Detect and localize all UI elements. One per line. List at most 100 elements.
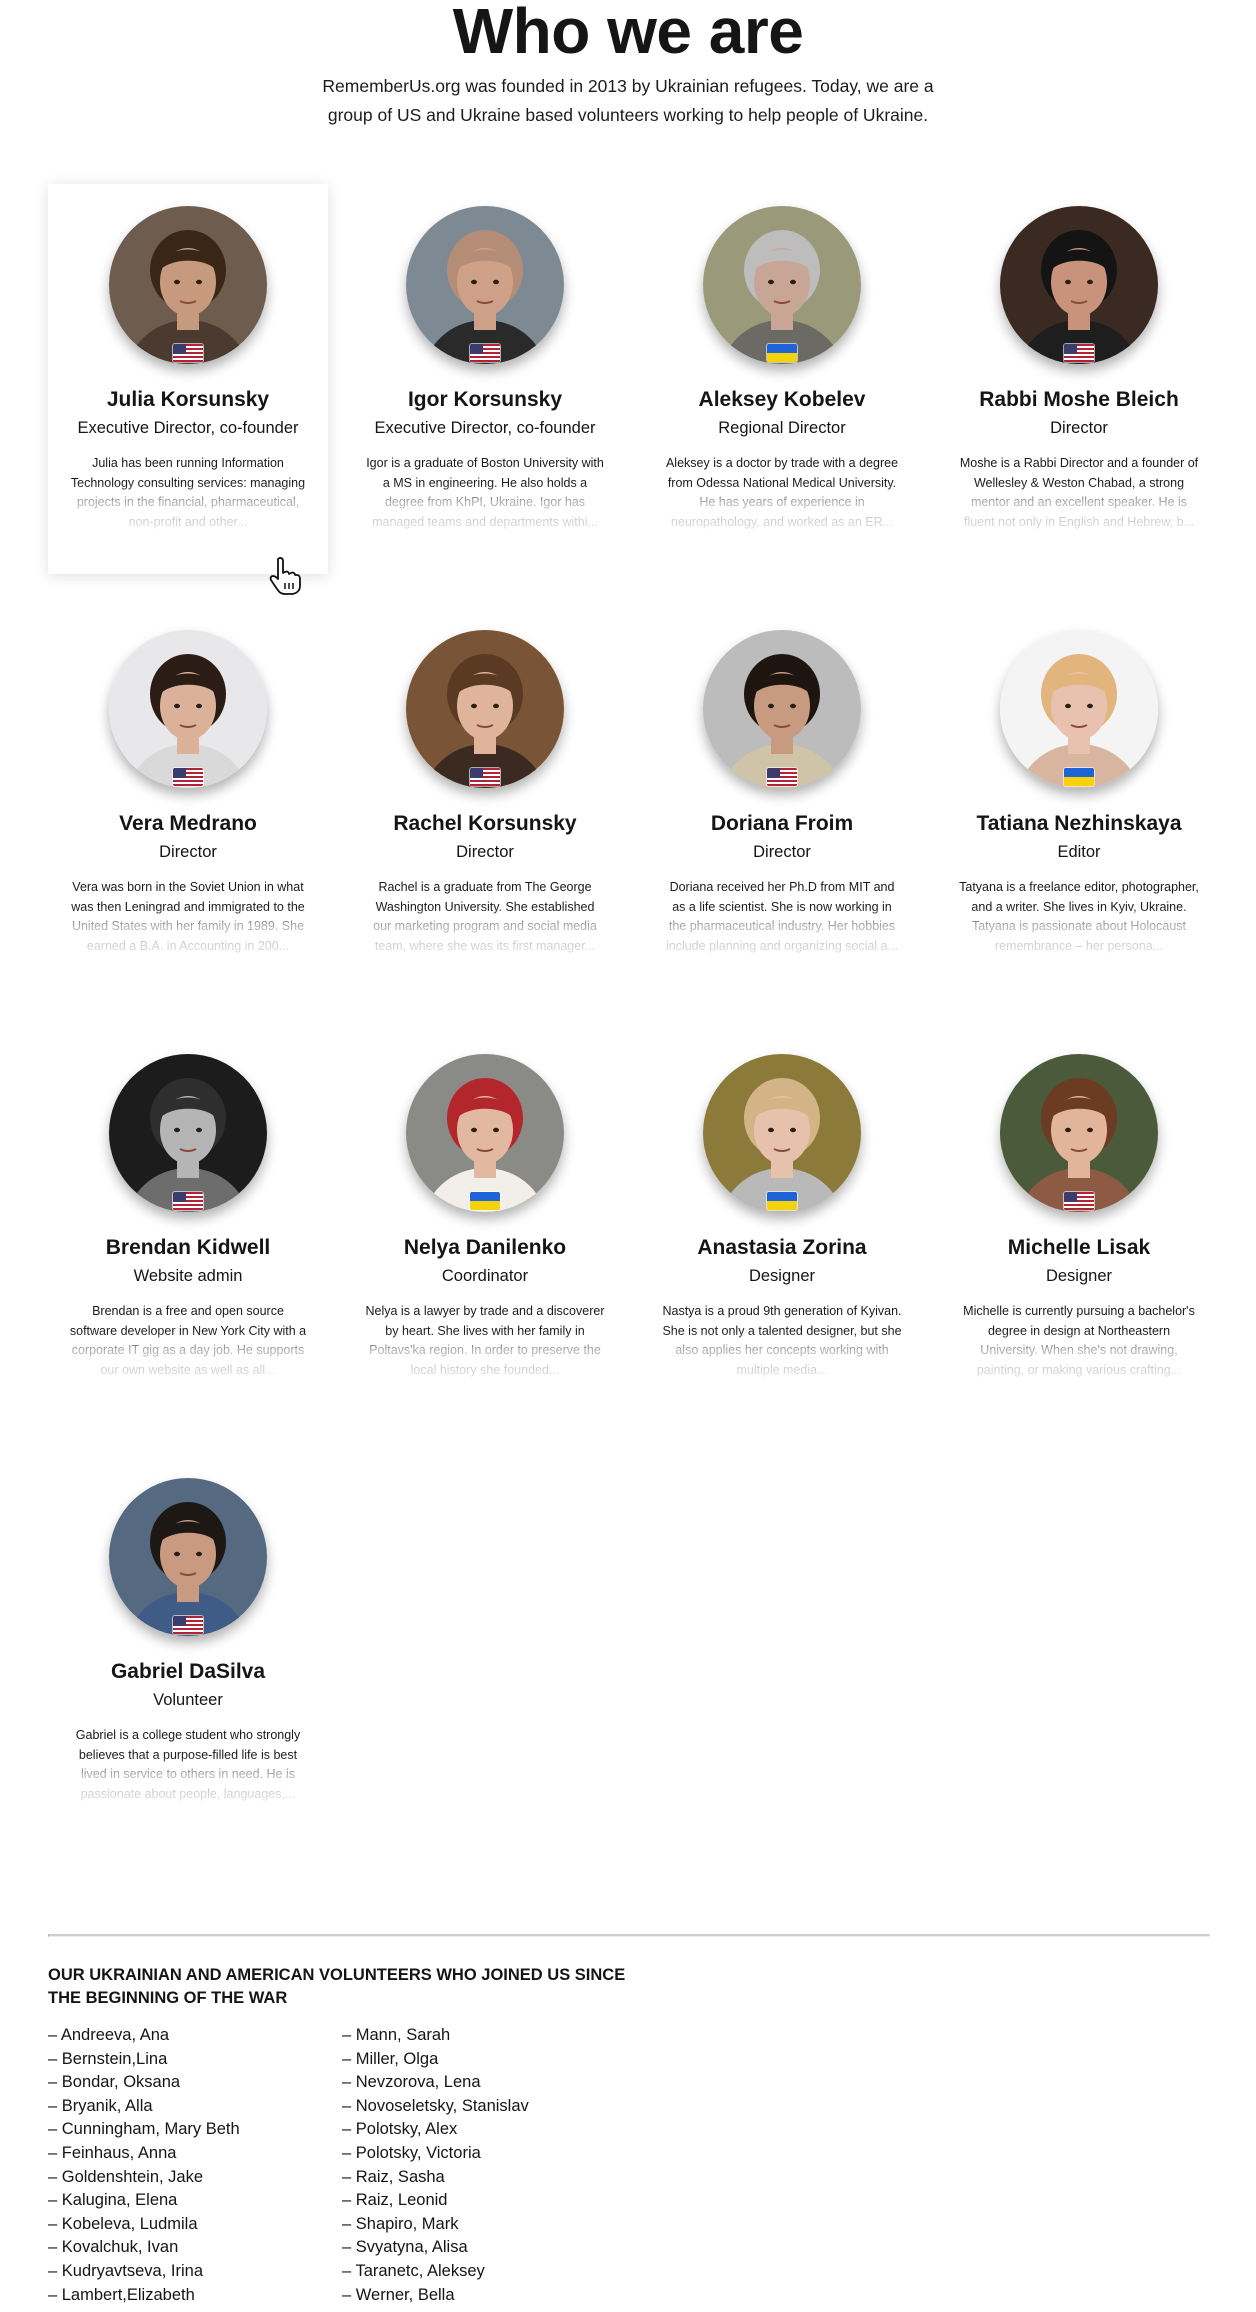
avatar-circle [406,630,564,788]
ua-flag-icon [767,1192,797,1210]
us-flag-icon [173,1616,203,1634]
avatar [109,630,267,788]
avatar [109,1478,267,1636]
volunteer-name: – Lambert,Elizabeth [48,2285,195,2304]
us-flag-icon [1064,1192,1094,1210]
member-role: Volunteer [153,1691,223,1709]
volunteer-name: – Kobeleva, Ludmila [48,2214,198,2233]
volunteer-name: – Cunningham, Mary Beth [48,2120,240,2139]
team-card-anastasia-zorina[interactable]: Anastasia Zorina Designer Nastya is a prou… [642,1032,922,1422]
member-name: Tatiana Nezhinskaya [976,812,1182,835]
ua-flag-icon [1064,768,1094,786]
member-bio: Nelya is a lawyer by trade and a discove… [365,1304,605,1377]
member-bio: Vera was born in the Soviet Union in wha… [71,880,305,953]
volunteer-name: – Nevzorova, Lena [342,2073,481,2092]
member-role: Executive Director, co-founder [77,419,299,437]
team-grid: Julia Korsunsky Executive Director, co-fo… [48,184,1208,1844]
volunteer-name: – Kovalchuk, Ivan [48,2238,179,2257]
volunteer-name: – Raiz, Leonid [342,2191,448,2210]
volunteer-name: – Raiz, Sasha [342,2167,445,2186]
volunteer-name: – Miller, Olga [342,2049,439,2068]
volunteer-name: – Kudryavtseva, Irina [48,2261,203,2280]
volunteers-heading: OUR UKRAINIAN AND AMERICAN VOLUNTEERS WH… [48,1966,626,2007]
us-flag-icon [1064,344,1094,362]
member-bio: Tatyana is a freelance editor, photograp… [959,880,1199,953]
member-role: Director [1050,419,1108,437]
member-bio: Rachel is a graduate from The George Was… [373,880,597,953]
team-card-rachel-korsunsky[interactable]: Rachel Korsunsky Director Rachel is a grad… [345,608,625,998]
avatar [1000,630,1158,788]
avatar-circle [1000,1054,1158,1212]
team-card-gabriel-dasilva[interactable]: Gabriel DaSilva Volunteer Gabriel is a col… [48,1456,328,1846]
rachel-korsunsky-photo [406,630,564,788]
volunteer-name: – Feinhaus, Anna [48,2143,177,2162]
us-flag-icon [767,768,797,786]
volunteer-name: – Andreeva, Ana [48,2026,170,2044]
avatar-circle [109,1054,267,1212]
volunteer-name: – Polotsky, Alex [342,2120,458,2139]
avatar [406,206,564,364]
brendan-kidwell-photo [109,1054,267,1212]
member-role: Regional Director [718,419,846,437]
vera-medrano-photo [109,630,267,788]
member-name: Anastasia Zorina [697,1236,867,1259]
avatar-circle [703,1054,861,1212]
avatar [109,1054,267,1212]
igor-korsunsky-photo [406,206,564,364]
member-bio: Nastya is a proud 9th generation of Kyiv… [662,1304,902,1377]
volunteer-name: – Mann, Sarah [342,2026,451,2044]
avatar [109,206,267,364]
avatar [703,630,861,788]
us-flag-icon [470,768,500,786]
member-name: Vera Medrano [119,812,257,835]
member-role: Director [159,843,217,861]
member-bio: Brendan is a free and open source softwa… [69,1304,307,1377]
member-name: Gabriel DaSilva [110,1660,266,1683]
avatar-circle [406,1054,564,1212]
team-card-brendan-kidwell[interactable]: Brendan Kidwell Website admin Brendan is a… [48,1032,328,1422]
team-card-aleksey-kobelev[interactable]: Aleksey Kobelev Regional Director Aleksey … [642,184,922,574]
volunteer-name: – Goldenshtein, Jake [48,2167,204,2186]
volunteer-name: – Taranetc, Aleksey [342,2261,485,2280]
member-role: Executive Director, co-founder [374,419,596,437]
rabbi-moshe-bleich-photo [1000,206,1158,364]
volunteer-name: – Bryanik, Alla [48,2096,153,2115]
member-name: Doriana Froim [710,812,854,835]
team-card-rabbi-moshe-bleich[interactable]: Rabbi Moshe Bleich Director Moshe is a Rab… [939,184,1219,574]
member-bio: Aleksey is a doctor by trade with a degr… [665,456,899,529]
page-title: Who we are [452,0,804,67]
volunteer-name: – Werner, Bella [342,2285,455,2304]
michelle-lisak-photo [1000,1054,1158,1212]
volunteer-name: – Shapiro, Mark [342,2214,459,2233]
member-role: Director [456,843,514,861]
team-card-julia-korsunsky[interactable]: Julia Korsunsky Executive Director, co-fo… [48,184,328,574]
team-card-nelya-danilenko[interactable]: Nelya Danilenko Coordinator Nelya is a law… [345,1032,625,1422]
member-bio: Gabriel is a college student who strongl… [75,1728,301,1801]
avatar-circle [1000,630,1158,788]
member-role: Coordinator [441,1267,529,1285]
team-card-igor-korsunsky[interactable]: Igor Korsunsky Executive Director, co-fou… [345,184,625,574]
volunteers-column-1: – Andreeva, Ana – Bernstein,Lina – Bondar,… [48,2024,240,2307]
team-card-vera-medrano[interactable]: Vera Medrano Director Vera was born in the… [48,608,328,998]
avatar [703,1054,861,1212]
avatar-circle [703,630,861,788]
us-flag-icon [173,344,203,362]
team-card-tatiana-nezhinskaya[interactable]: Tatiana Nezhinskaya Editor Tatyana is a fr… [939,608,1219,998]
member-role: Director [753,843,811,861]
team-card-doriana-froim[interactable]: Doriana Froim Director Doriana received he… [642,608,922,998]
ua-flag-icon [470,1192,500,1210]
member-name: Nelya Danilenko [403,1236,567,1259]
doriana-froim-photo [703,630,861,788]
member-bio: Igor is a graduate of Boston University … [366,456,604,529]
avatar [1000,1054,1158,1212]
member-name: Igor Korsunsky [407,388,563,411]
team-card-michelle-lisak[interactable]: Michelle Lisak Designer Michelle is curren… [939,1032,1219,1422]
avatar-circle [406,206,564,364]
volunteer-name: – Bernstein,Lina [48,2049,168,2068]
avatar-circle [1000,206,1158,364]
volunteer-name: – Bondar, Oksana [48,2073,181,2092]
volunteers-column-2: – Mann, Sarah – Miller, Olga – Nevzorova, … [342,2024,529,2307]
avatar [1000,206,1158,364]
avatar-circle [109,630,267,788]
member-bio: Doriana received her Ph.D from MIT and a… [665,880,899,953]
